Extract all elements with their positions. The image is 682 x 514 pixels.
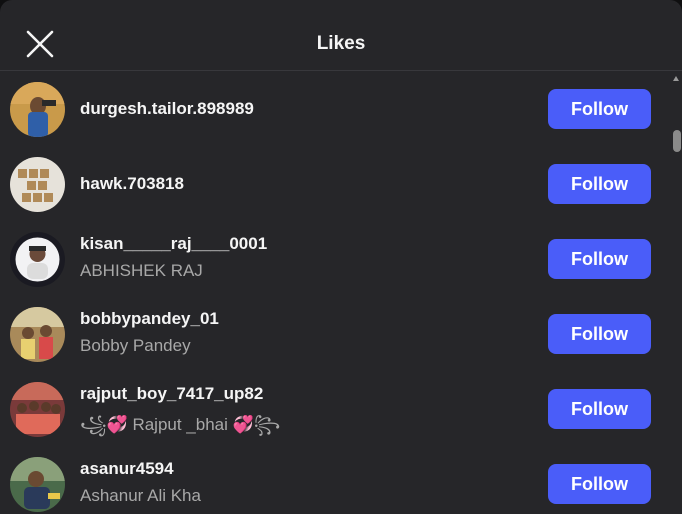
username[interactable]: rajput_boy_7417_up82 [80, 384, 263, 404]
full-name: Bobby Pandey [80, 336, 191, 355]
full-name: Ashanur Ali Kha [80, 486, 201, 505]
full-name: ABHISHEK RAJ [80, 261, 203, 280]
list-item[interactable]: asanur4594 Ashanur Ali Kha Follow [0, 447, 670, 514]
username[interactable]: asanur4594 [80, 459, 174, 479]
avatar[interactable] [10, 457, 65, 512]
username[interactable]: durgesh.tailor.898989 [80, 99, 254, 119]
list-item[interactable]: rajput_boy_7417_up82 ꧁💞 Rajput _bhai 💞꧂ … [0, 372, 670, 447]
follow-button[interactable]: Follow [548, 314, 651, 354]
username[interactable]: bobbypandey_01 [80, 309, 219, 329]
follow-button[interactable]: Follow [548, 389, 651, 429]
likes-dialog: Likes durgesh.tailor.898989 Follow hawk.… [0, 0, 682, 514]
follow-button[interactable]: Follow [548, 89, 651, 129]
avatar[interactable] [10, 82, 65, 137]
avatar[interactable] [10, 232, 65, 287]
avatar[interactable] [10, 382, 65, 437]
full-name: ꧁💞 Rajput _bhai 💞꧂ [80, 415, 281, 434]
scroll-up-arrow-icon[interactable] [673, 76, 679, 81]
list-item[interactable]: hawk.703818 Follow [0, 147, 670, 222]
list-item[interactable]: kisan_____raj____0001 ABHISHEK RAJ Follo… [0, 222, 670, 297]
username[interactable]: hawk.703818 [80, 174, 184, 194]
scrollbar[interactable] [670, 72, 682, 514]
follow-button[interactable]: Follow [548, 464, 651, 504]
dialog-header: Likes [0, 0, 682, 71]
list-item[interactable]: durgesh.tailor.898989 Follow [0, 72, 670, 147]
dialog-title: Likes [316, 33, 366, 54]
follow-button[interactable]: Follow [548, 164, 651, 204]
username[interactable]: kisan_____raj____0001 [80, 234, 267, 254]
follow-button[interactable]: Follow [548, 239, 651, 279]
scroll-thumb[interactable] [673, 130, 681, 152]
likes-list[interactable]: durgesh.tailor.898989 Follow hawk.703818 [0, 72, 670, 514]
list-item[interactable]: bobbypandey_01 Bobby Pandey Follow [0, 297, 670, 372]
avatar[interactable] [10, 157, 65, 212]
avatar[interactable] [10, 307, 65, 362]
